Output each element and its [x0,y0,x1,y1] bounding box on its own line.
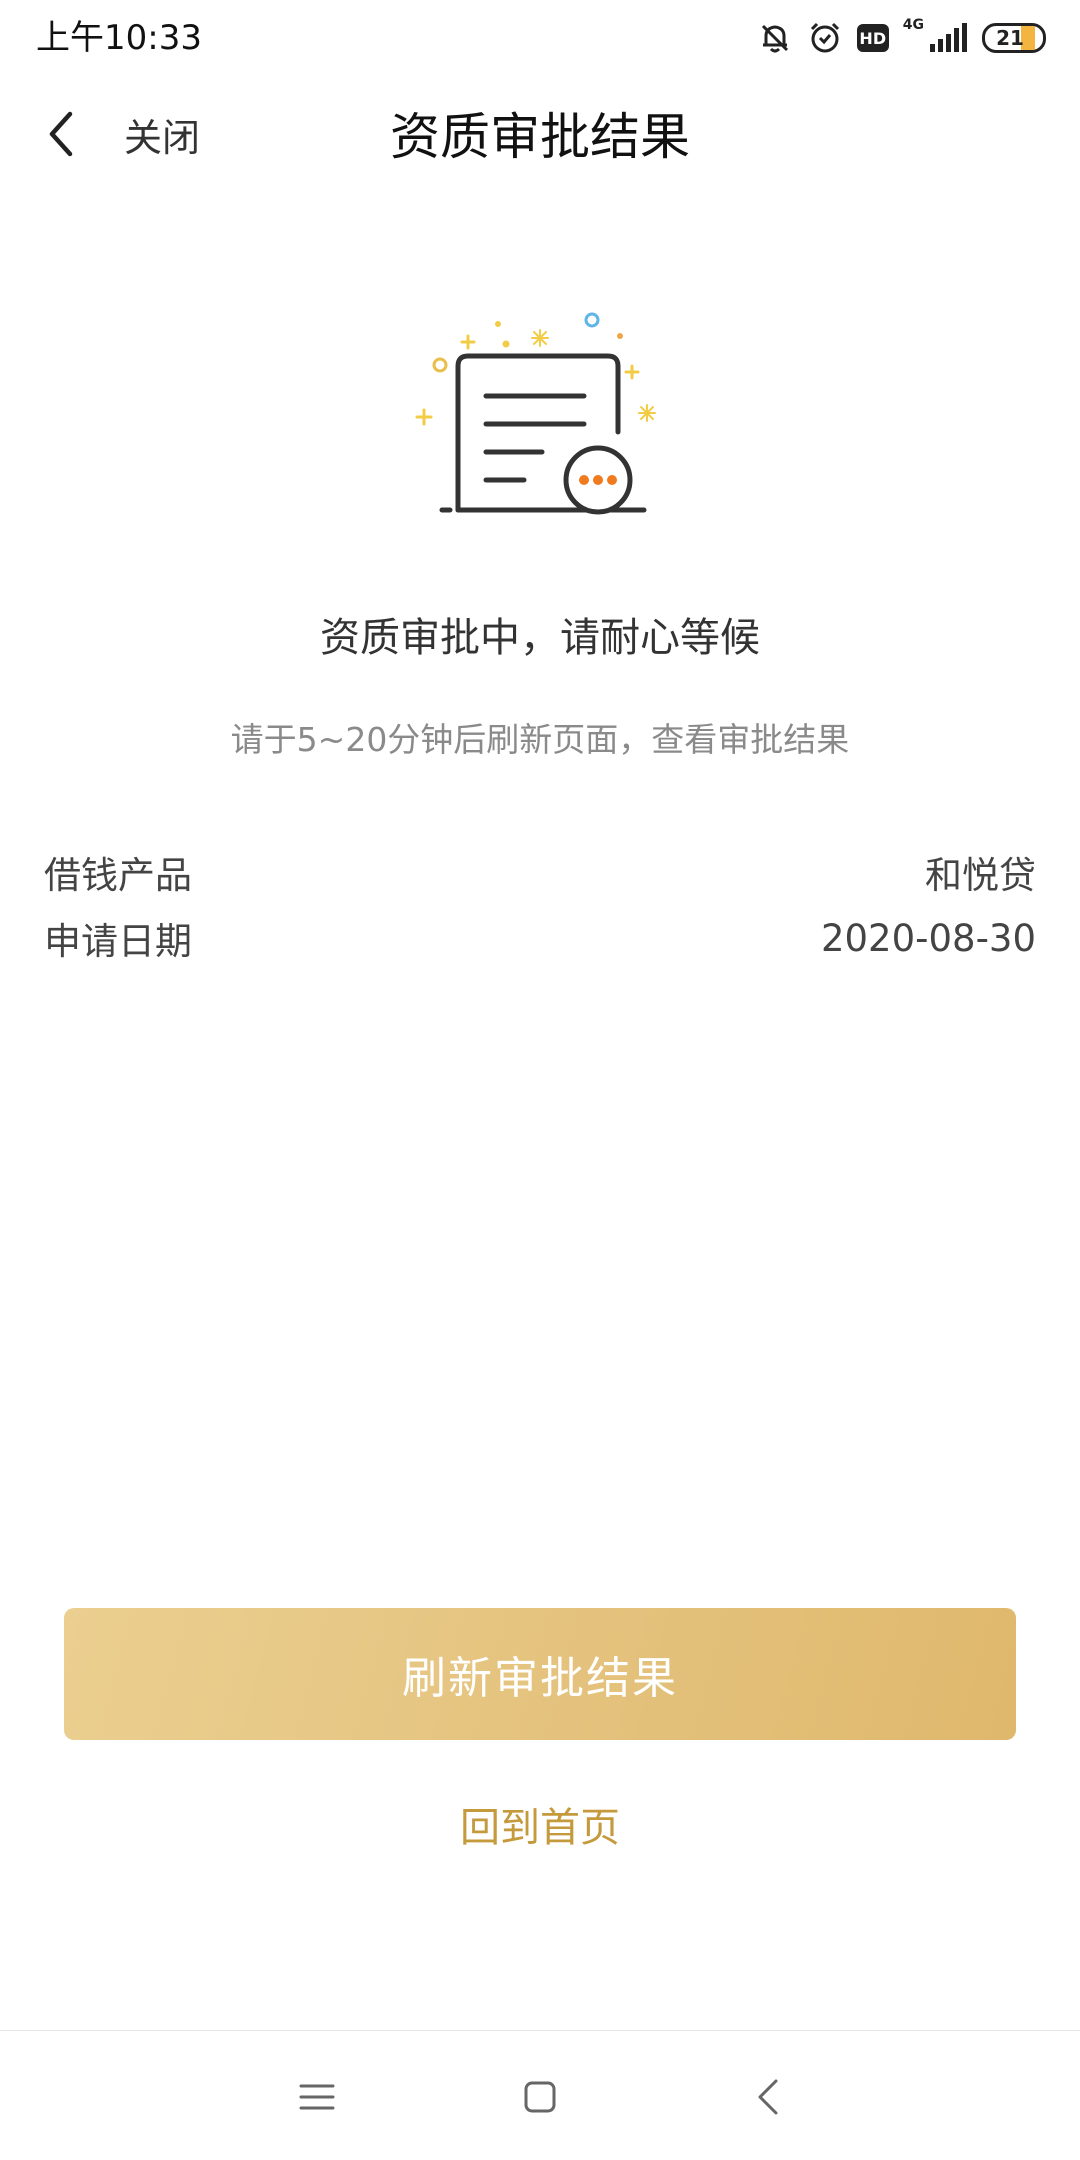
status-hint: 请于5~20分钟后刷新页面，查看审批结果 [230,720,850,759]
system-navigation-bar [0,2030,1080,2160]
info-value: 和悦贷 [925,854,1036,897]
system-back-button[interactable] [740,2071,796,2127]
info-value: 2020-08-30 [820,916,1036,960]
status-message: 资质审批中，请耐心等候 [320,615,760,661]
menu-icon [299,2082,335,2116]
home-icon [523,2080,557,2118]
battery-level-text: 21 [996,26,1024,50]
info-label: 申请日期 [44,920,192,963]
status-icons: HD 4G 21 [757,16,1046,60]
recent-apps-button[interactable] [289,2071,345,2127]
hd-icon: HD [856,24,889,52]
navigation-bar: 关闭 资质审批结果 [0,80,1080,196]
network-type: 4G [902,17,924,33]
info-row-apply-date: 申请日期 2020-08-30 [44,910,1036,966]
signal-icon [928,22,968,54]
battery-icon: 21 [982,23,1046,53]
home-button[interactable] [512,2071,568,2127]
info-label: 借钱产品 [44,854,192,897]
back-to-home-link[interactable]: 回到首页 [0,1800,1080,1856]
alarm-icon [807,20,843,56]
page-title: 资质审批结果 [390,108,690,166]
review-pending-illustration [412,300,672,540]
info-row-product: 借钱产品 和悦贷 [44,844,1036,900]
back-icon [756,2078,780,2120]
status-bar: 上午10:33 HD 4G 21 [0,0,1080,80]
status-time: 上午10:33 [36,18,202,58]
mute-bell-icon [757,20,793,56]
refresh-result-button[interactable]: 刷新审批结果 [64,1608,1016,1740]
